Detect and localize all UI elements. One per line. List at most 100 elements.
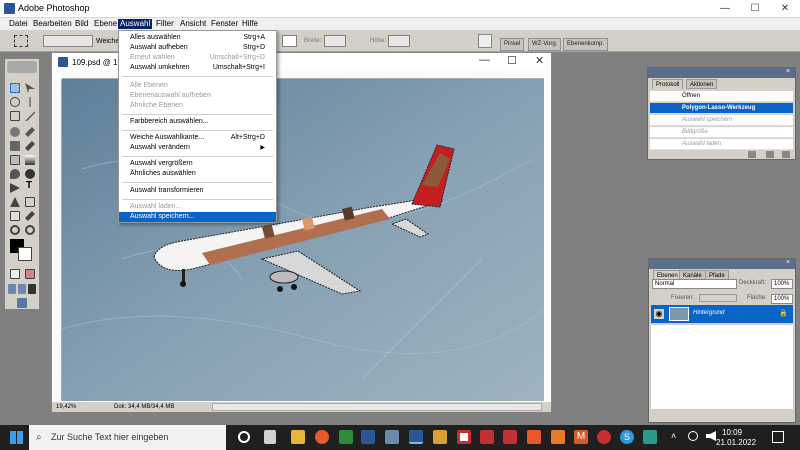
panel-close-icon[interactable]: × [786,68,790,75]
lasso-icon[interactable] [10,97,20,107]
standard-mode-icon[interactable] [10,269,20,279]
eye-icon[interactable]: ◉ [654,309,664,319]
maximize-button[interactable]: ☐ [740,0,770,18]
menu-bearbeiten[interactable]: Bearbeiten [31,19,74,29]
history-brush-icon[interactable] [25,141,35,151]
zoom-readout[interactable]: 19,42% [56,402,76,412]
style-dropdown[interactable] [282,35,297,47]
history-item-oeffnen[interactable]: Öffnen [650,91,793,102]
magic-wand-icon[interactable] [29,97,31,107]
menuitem-auswahl-umkehren[interactable]: Auswahl umkehren Umschalt+Strg+I [119,63,276,73]
path-select-icon[interactable] [10,183,20,193]
task-view-icon[interactable] [264,430,276,444]
hoehe-input[interactable] [388,35,410,47]
word-icon[interactable] [361,430,375,444]
menu-auswahl[interactable]: Auswahl [118,19,153,29]
lock-icons[interactable] [699,294,737,302]
app-icon[interactable] [433,430,447,444]
menuitem-auswahl-transformieren[interactable]: Auswahl transformieren [119,186,276,196]
imageready-icon[interactable] [17,298,27,308]
breite-input[interactable] [324,35,346,47]
file-explorer-icon[interactable] [291,430,305,444]
dodge-icon[interactable] [25,169,35,179]
doc-maximize-button[interactable]: ☐ [507,54,517,67]
zoom-icon[interactable] [25,225,35,235]
marquee-icon[interactable] [10,83,20,93]
screen-mode-full-menu-icon[interactable] [18,284,26,294]
panel-close-icon[interactable]: × [786,259,790,266]
app-icon[interactable] [597,430,611,444]
healing-brush-icon[interactable] [10,127,20,137]
minimize-button[interactable]: — [710,0,740,18]
background-color-swatch[interactable] [18,247,32,261]
excel-icon[interactable] [339,430,353,444]
history-item-auswahl-speichern[interactable]: Auswahl speichern [650,115,793,126]
app-icon[interactable] [457,430,471,444]
history-item-polygon-lasso[interactable]: Polygon-Lasso-Werkzeug [650,103,793,114]
history-item-auswahl-laden[interactable]: Auswahl laden [650,139,793,150]
gradient-icon[interactable] [25,155,35,165]
tab-ebenenkomp[interactable]: Ebenenkomp. [563,38,609,51]
brush-icon[interactable] [25,127,35,137]
history-item-bildgroesse[interactable]: Bildgröße [650,127,793,138]
move-icon[interactable] [25,83,35,93]
horizontal-scrollbar[interactable] [212,403,542,411]
stamp-icon[interactable] [10,141,20,151]
slice-icon[interactable] [25,111,35,121]
menu-datei[interactable]: Datei [7,19,30,29]
tab-pinsel[interactable]: Pinsel [500,38,525,51]
crop-icon[interactable] [10,111,20,121]
menuitem-aehnliches-auswaehlen[interactable]: Ähnliches auswählen [119,169,276,179]
marquee-tool-icon[interactable] [14,35,28,47]
app-icon[interactable] [551,430,565,444]
selection-mode-buttons[interactable] [43,35,93,47]
menu-ebene[interactable]: Ebene [92,19,119,29]
notifications-icon[interactable] [772,431,784,443]
chevron-up-icon[interactable]: ˄ [671,431,676,441]
close-button[interactable]: ✕ [770,0,800,18]
hand-icon[interactable] [10,225,20,235]
menu-hilfe[interactable]: Hilfe [240,19,260,29]
app-icon[interactable] [385,430,399,444]
app-icon[interactable] [527,430,541,444]
menuitem-auswahl-veraendern[interactable]: Auswahl verändern ▶ [119,143,276,153]
opacity-input[interactable]: 100% [771,279,793,289]
firefox-icon[interactable] [315,430,329,444]
tab-wz-vorg[interactable]: WZ-Vorg. [528,38,562,51]
blur-icon[interactable] [10,169,20,179]
menuitem-auswahl-aufheben[interactable]: Auswahl aufheben Strg+D [119,43,276,53]
fill-input[interactable]: 100% [771,294,793,304]
notes-icon[interactable] [10,211,20,221]
menuitem-farbbereich[interactable]: Farbbereich auswählen... [119,117,276,127]
type-icon[interactable]: T [26,181,36,191]
volume-icon[interactable] [706,431,716,441]
pdf-icon[interactable] [503,430,517,444]
quickmask-mode-icon[interactable] [25,269,35,279]
app-m-icon[interactable]: M [574,430,588,444]
menu-bild[interactable]: Bild [73,19,90,29]
taskbar-search-box[interactable]: ⌕ Zur Suche Text hier eingeben [29,425,226,450]
windows-start-icon[interactable] [10,431,23,444]
menuitem-weiche-auswahlkante[interactable]: Weiche Auswahlkante... Alt+Strg+D [119,133,276,143]
new-document-icon[interactable] [766,151,774,158]
pen-icon[interactable] [10,197,20,207]
eyedropper-icon[interactable] [25,211,35,221]
palette-well-icon[interactable] [478,34,492,48]
app-icon[interactable] [643,430,657,444]
taskbar-date[interactable]: 21.01.2022 [716,438,756,447]
taskbar-time[interactable]: 10:09 [722,428,742,437]
menuitem-alles-auswaehlen[interactable]: Alles auswählen Strg+A [119,33,276,43]
tab-aktionen[interactable]: Aktionen [686,79,718,89]
menu-fenster[interactable]: Fenster [209,19,240,29]
menuitem-auswahl-speichern[interactable]: Auswahl speichern... [119,212,276,222]
cortana-icon[interactable] [238,431,250,443]
doc-close-button[interactable]: ✕ [535,54,544,67]
doc-minimize-button[interactable]: — [479,54,490,66]
blend-mode-select[interactable]: Normal [652,279,737,289]
skype-icon[interactable]: S [620,430,634,444]
photoshop-taskbar-icon[interactable] [409,430,423,444]
network-icon[interactable] [688,431,698,441]
screen-mode-standard-icon[interactable] [8,284,16,294]
menu-ansicht[interactable]: Ansicht [178,19,208,29]
shape-icon[interactable] [25,197,35,207]
